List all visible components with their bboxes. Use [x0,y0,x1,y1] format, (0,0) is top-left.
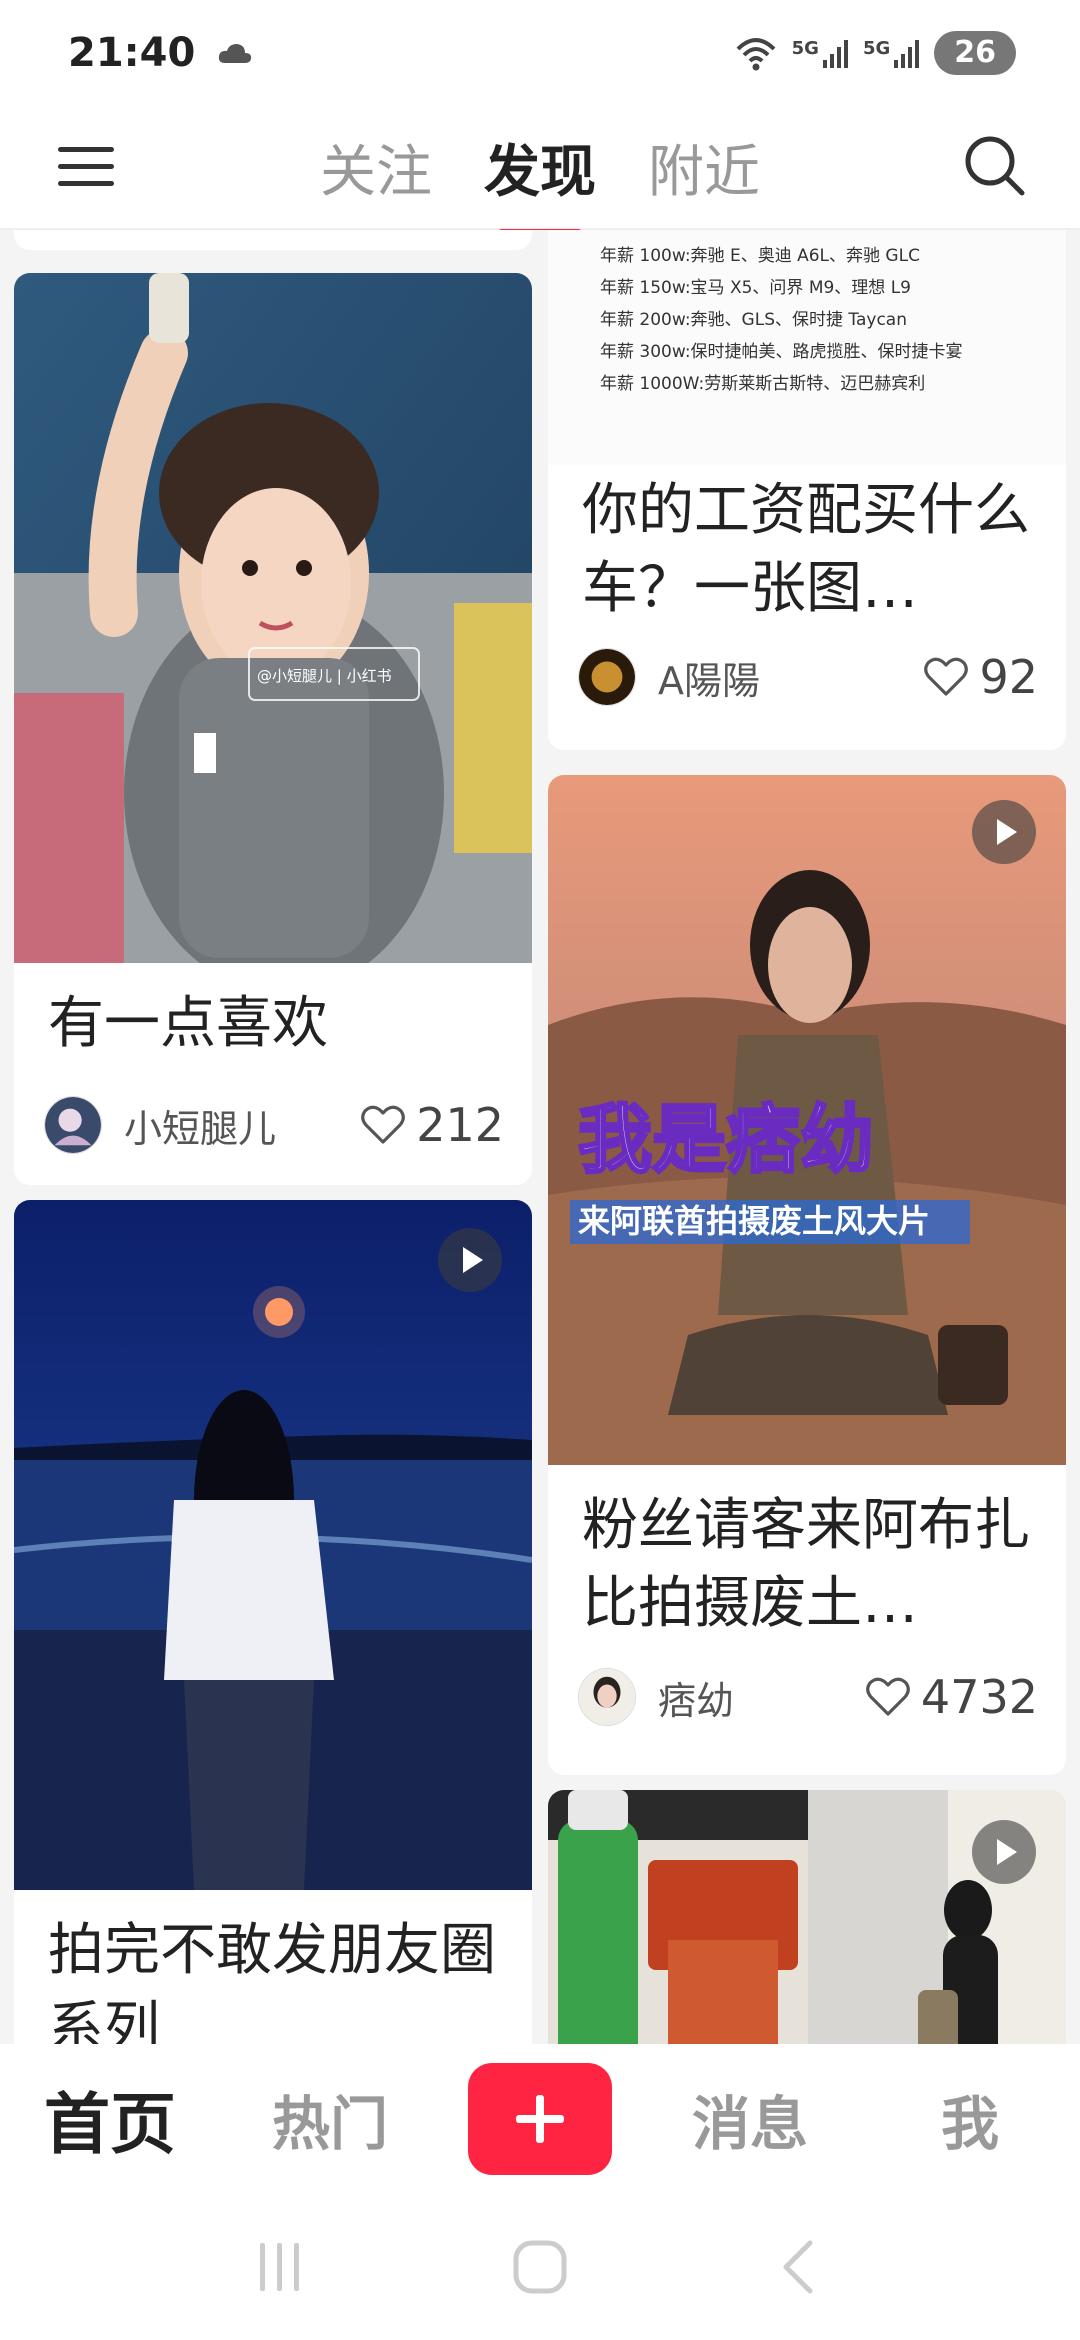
image-text-line: 年薪 1000W:劳斯莱斯古斯特、迈巴赫宾利 [600,374,926,394]
heart-icon [361,1105,406,1144]
play-icon [972,1820,1036,1884]
note-card-partial[interactable] [14,230,532,250]
avatar [578,648,636,706]
like-button[interactable]: 92 [923,650,1038,704]
status-left: 21:40 [68,30,253,76]
card-photo: @小短腿儿 | 小红书 [14,273,532,963]
author[interactable]: 小短腿儿 [44,1096,276,1154]
card-meta: A陽陽 92 [578,645,1038,709]
back-icon[interactable] [770,2237,830,2297]
author[interactable]: 痞幼 [578,1668,734,1726]
avatar [578,1668,636,1726]
like-count: 212 [416,1098,504,1152]
heart-icon [866,1677,910,1716]
card-title: 有一点喜欢 [48,991,328,1056]
card-title: 粉丝请客来阿布扎比拍摄废土… [582,1493,1030,1636]
like-button[interactable]: 212 [360,1098,504,1152]
author-name: 痞幼 [658,1678,735,1723]
network-type-label: 5G [862,37,891,59]
note-card[interactable]: 我是痞幼 来阿联酋拍摄废土风大片 粉丝请客来阿布扎比拍摄废土… 痞幼 4732 [548,775,1066,1775]
card-meta: 痞幼 4732 [578,1665,1038,1729]
image-text-line: 年薪 300w:保时捷帕美、路虎揽胜、保时捷卡宴 [600,342,963,362]
system-nav-bar [0,2194,1080,2340]
play-icon [972,800,1036,864]
battery-indicator: 26 [934,30,1016,75]
signal-5g-1: 5G [792,38,849,68]
nav-messages[interactable]: 消息 [640,2077,860,2161]
status-time: 21:40 [68,29,196,76]
top-tabs: 关注 发现 附近 [0,105,1080,236]
tab-nearby[interactable]: 附近 [648,127,760,208]
tab-following[interactable]: 关注 [320,127,432,208]
feed[interactable]: @小短腿儿 | 小红书 有一点喜欢 小短腿儿 212 年薪 100w:奔驰 E、… [0,230,1080,2044]
status-right: 5G 5G 26 [734,30,1016,75]
author-name: 小短腿儿 [124,1106,277,1151]
signal-bars-icon [822,39,848,68]
author-name: A陽陽 [658,658,760,703]
like-count: 4732 [920,1670,1038,1724]
network-type-label: 5G [791,37,819,59]
avatar [44,1096,102,1154]
author[interactable]: A陽陽 [578,648,760,706]
overlay-subtitle: 来阿联酋拍摄废土风大片 [578,1202,930,1240]
image-text-line: 年薪 100w:奔驰 E、奥迪 A6L、奔驰 GLC [600,246,920,266]
note-card[interactable]: 年薪 100w:奔驰 E、奥迪 A6L、奔驰 GLC 年薪 150w:宝马 X5… [548,230,1066,750]
recent-apps-icon[interactable] [250,2237,310,2297]
like-count: 92 [979,650,1038,704]
tab-discover[interactable]: 发现 [484,127,596,236]
image-text-line: 年薪 200w:奔驰、GLS、保时捷 Taycan [600,310,907,330]
like-button[interactable]: 4732 [865,1670,1038,1724]
bottom-nav: 首页 热门 消息 我 [0,2044,1080,2194]
image-watermark: @小短腿儿 | 小红书 [257,667,392,685]
search-icon[interactable] [962,133,1026,197]
card-text-image: 年薪 100w:奔驰 E、奥迪 A6L、奔驰 GLC 年薪 150w:宝马 X5… [548,230,1066,465]
nav-hot[interactable]: 热门 [220,2077,440,2161]
cloud-icon [219,43,252,63]
note-card[interactable]: @小短腿儿 | 小红书 有一点喜欢 小短腿儿 212 [14,273,532,1185]
note-card[interactable] [548,1790,1066,2044]
image-text-line: 年薪 150w:宝马 X5、问界 M9、理想 L9 [600,278,911,298]
status-bar: 21:40 5G 5G 26 [0,0,1080,105]
card-video-cover: 我是痞幼 来阿联酋拍摄废土风大片 [548,775,1066,1465]
card-meta: 小短腿儿 212 [44,1093,504,1157]
nav-home[interactable]: 首页 [0,2071,220,2167]
play-icon [438,1228,502,1292]
plus-icon [516,2095,564,2143]
signal-bars-icon [894,39,920,68]
top-nav: 关注 发现 附近 [0,105,1080,236]
wifi-icon [736,37,776,70]
home-icon[interactable] [510,2237,570,2297]
heart-icon [924,657,969,696]
signal-5g-2: 5G [863,38,920,68]
card-video-cover [14,1200,532,1890]
nav-me[interactable]: 我 [860,2077,1080,2161]
card-title: 拍完不敢发朋友圈系列 [48,1918,496,2044]
overlay-title: 我是痞幼 [578,1097,874,1183]
create-post-button[interactable] [468,2063,612,2175]
note-card[interactable]: 拍完不敢发朋友圈系列 [14,1200,532,2044]
card-title: 你的工资配买什么车？一张图… [582,478,1030,621]
